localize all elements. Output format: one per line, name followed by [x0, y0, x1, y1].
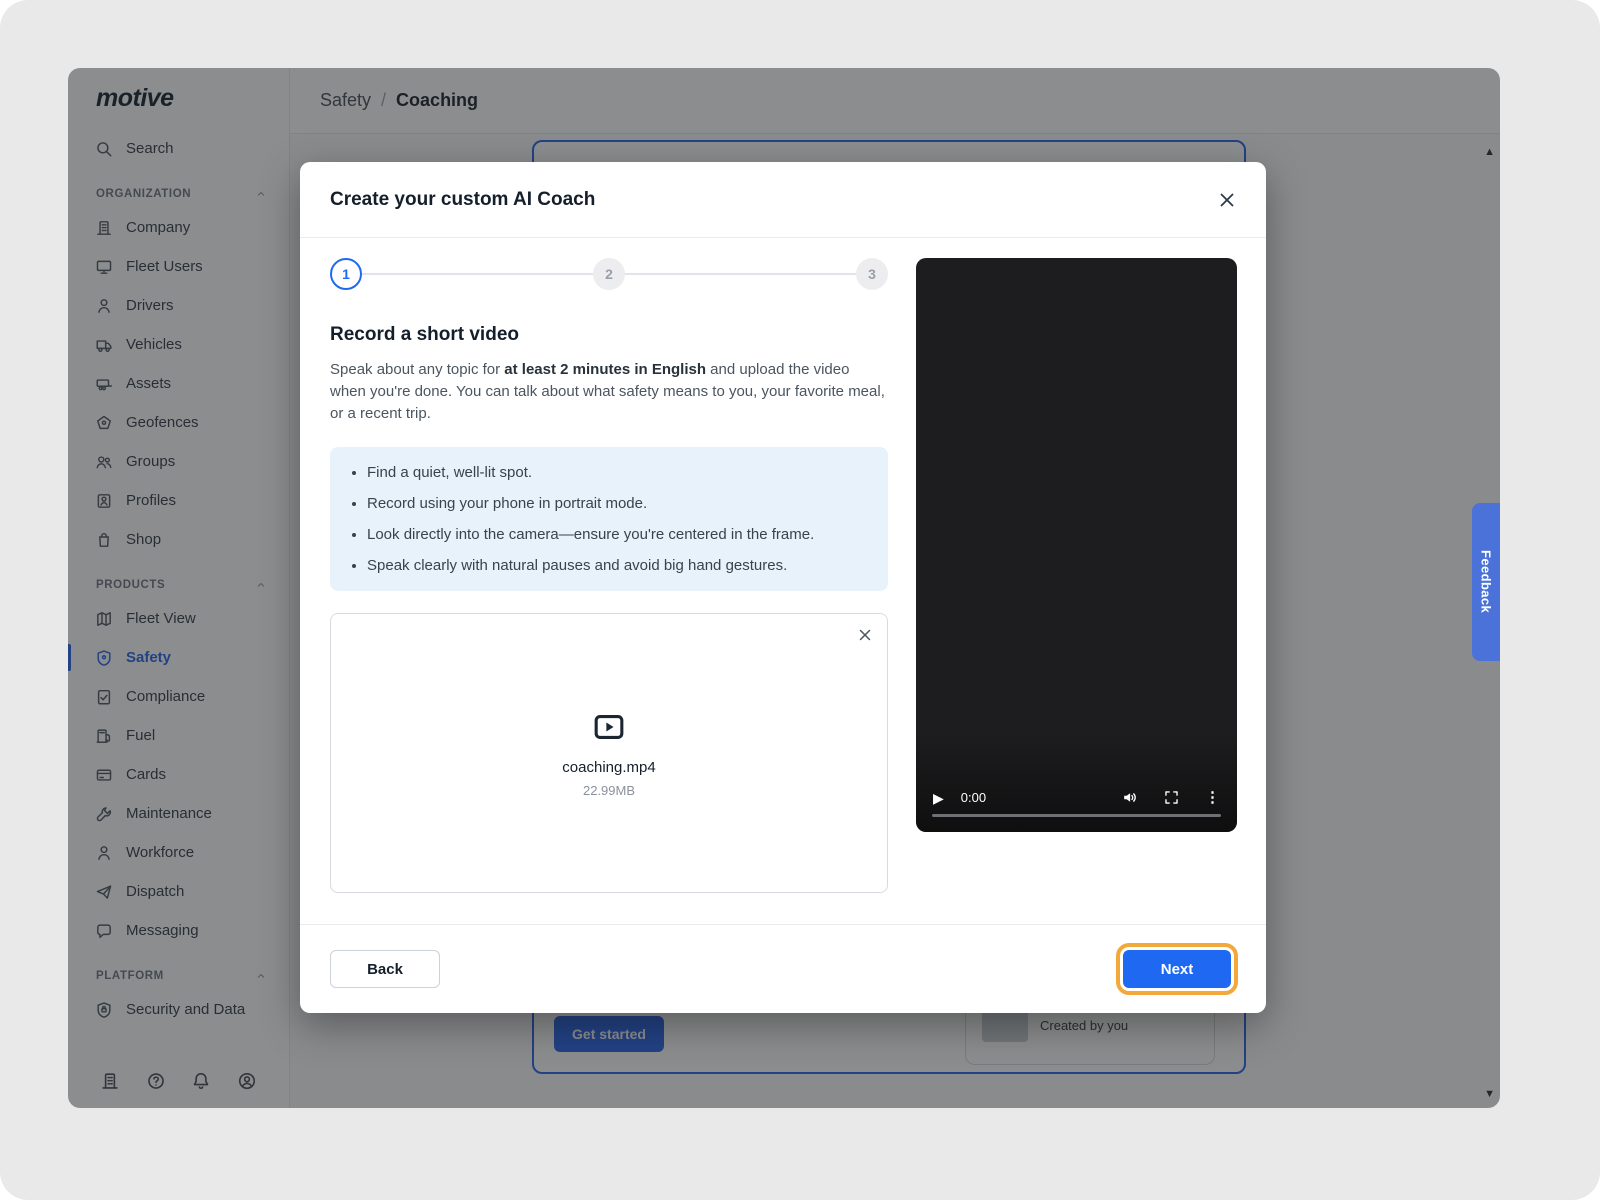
- modal-footer: Back Next: [300, 924, 1266, 1013]
- video-time: 0:00: [961, 790, 986, 805]
- upload-filename: coaching.mp4: [562, 759, 655, 776]
- ai-coach-modal: Create your custom AI Coach 1 2 3 Record…: [300, 162, 1266, 1013]
- video-progress-bar[interactable]: [932, 814, 1221, 817]
- desktop-background: motive Search ORGANIZATIONCompanyFleet U…: [0, 0, 1600, 1200]
- step-1: 1: [330, 258, 362, 290]
- tips-list: Find a quiet, well-lit spot. Record using…: [346, 462, 872, 576]
- video-file-icon: [590, 708, 628, 746]
- feedback-tab[interactable]: Feedback: [1472, 503, 1500, 661]
- modal-right-column: ▶ 0:00 ⋮: [916, 258, 1237, 924]
- back-button[interactable]: Back: [330, 950, 440, 988]
- tip-item: Record using your phone in portrait mode…: [367, 493, 872, 514]
- fullscreen-icon[interactable]: [1163, 789, 1180, 806]
- remove-upload-icon[interactable]: [856, 626, 874, 644]
- more-options-icon[interactable]: ⋮: [1205, 790, 1220, 805]
- feedback-tab-label: Feedback: [1479, 550, 1494, 613]
- modal-header: Create your custom AI Coach: [300, 162, 1266, 238]
- upload-card: coaching.mp4 22.99MB: [330, 613, 888, 893]
- tip-item: Look directly into the camera—ensure you…: [367, 524, 872, 545]
- modal-body: 1 2 3 Record a short video Speak about a…: [300, 238, 1266, 924]
- video-controls: ▶ 0:00 ⋮: [916, 789, 1237, 806]
- modal-left-column: 1 2 3 Record a short video Speak about a…: [330, 258, 888, 924]
- description-text: Speak about any topic for: [330, 361, 504, 378]
- video-controls-right: ⋮: [1121, 789, 1220, 806]
- video-player[interactable]: ▶ 0:00 ⋮: [916, 258, 1237, 832]
- tips-box: Find a quiet, well-lit spot. Record using…: [330, 447, 888, 591]
- step-connector: [362, 273, 593, 275]
- next-button[interactable]: Next: [1123, 950, 1231, 988]
- step-description: Speak about any topic for at least 2 min…: [330, 359, 888, 425]
- play-icon[interactable]: ▶: [933, 791, 944, 805]
- modal-title: Create your custom AI Coach: [330, 189, 595, 211]
- close-icon[interactable]: [1216, 189, 1238, 211]
- step-2: 2: [593, 258, 625, 290]
- volume-icon[interactable]: [1121, 789, 1138, 806]
- step-indicator: 1 2 3: [330, 258, 888, 290]
- tip-item: Find a quiet, well-lit spot.: [367, 462, 872, 483]
- step-heading: Record a short video: [330, 324, 888, 346]
- tip-item: Speak clearly with natural pauses and av…: [367, 555, 872, 576]
- app-window: motive Search ORGANIZATIONCompanyFleet U…: [68, 68, 1500, 1108]
- description-bold: at least 2 minutes in English: [504, 361, 706, 378]
- upload-filesize: 22.99MB: [583, 783, 635, 798]
- step-3: 3: [856, 258, 888, 290]
- step-connector: [625, 273, 856, 275]
